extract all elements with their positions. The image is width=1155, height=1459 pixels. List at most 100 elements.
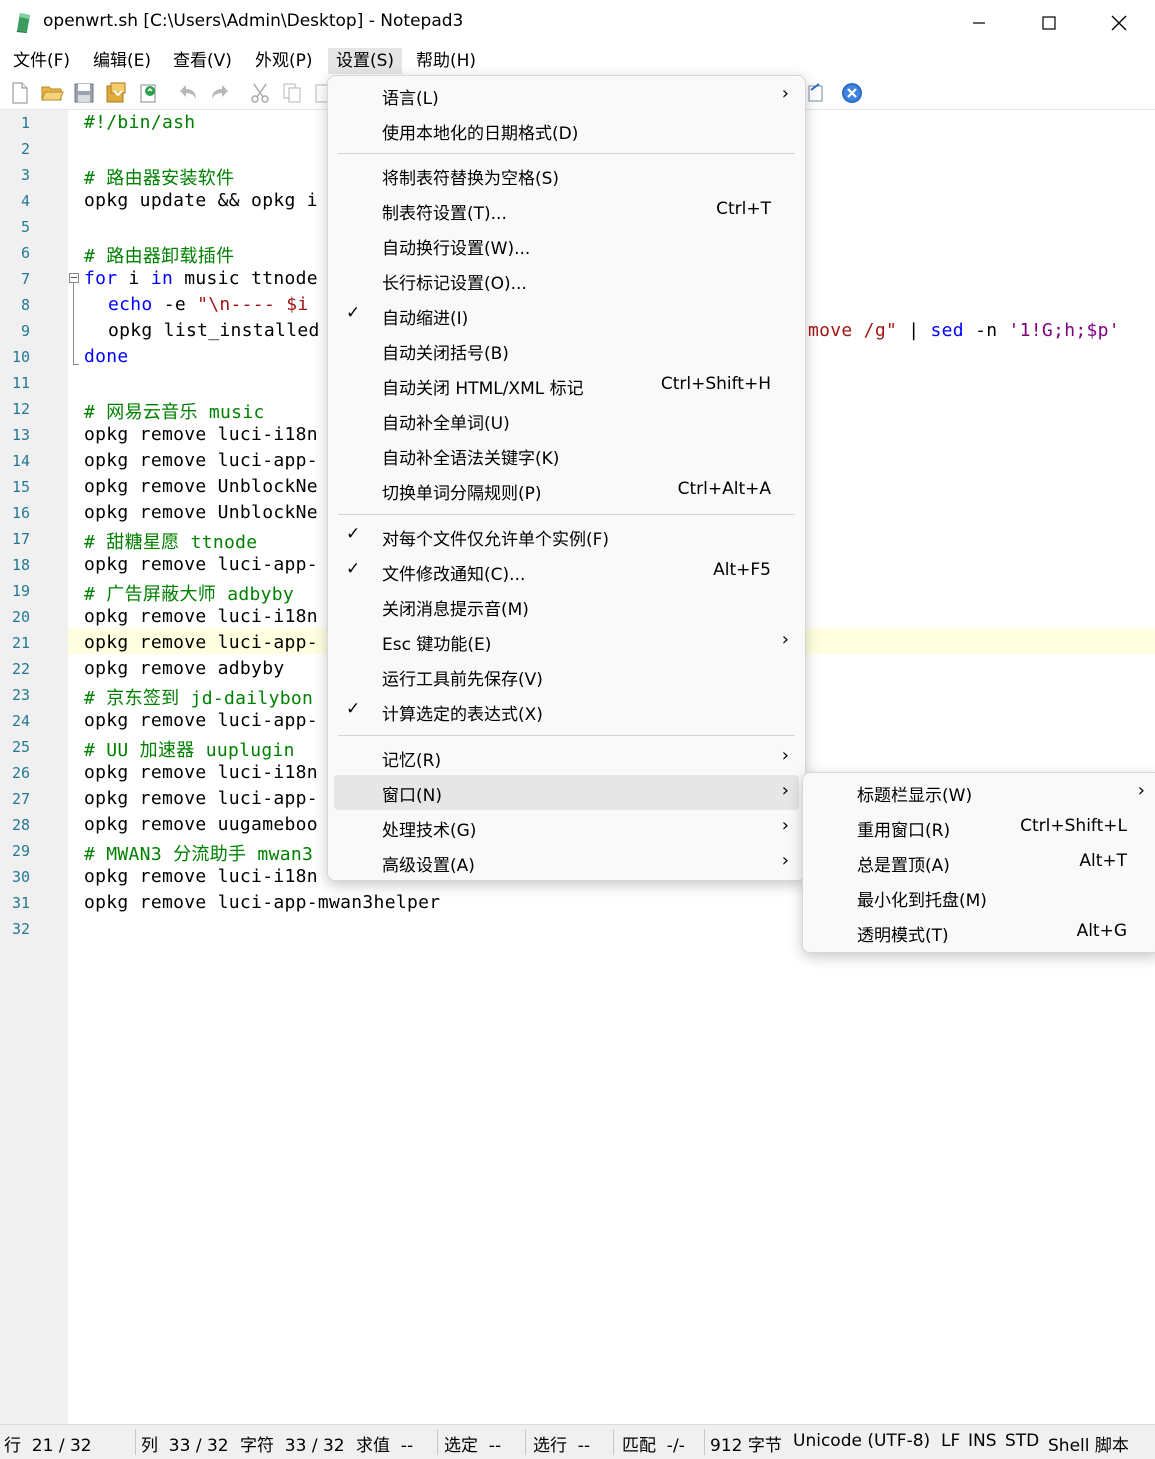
save-icon[interactable] — [72, 81, 96, 105]
menu-file[interactable]: 文件(F) — [5, 48, 78, 74]
code-text: # 京东签到 jd-dailybon — [84, 688, 314, 709]
menu-separator — [338, 514, 795, 515]
fold-toggle-icon[interactable] — [69, 273, 79, 283]
maximize-button[interactable] — [1014, 0, 1084, 45]
reload-icon[interactable] — [136, 81, 160, 105]
menu-option-label: 切换单词分隔规则(P) — [382, 484, 542, 504]
menu-option[interactable]: 标题栏显示(W) › — [809, 775, 1155, 810]
redo-icon[interactable] — [208, 81, 232, 105]
code-line: # MWAN3 分流助手 mwan3 — [84, 840, 313, 866]
menu-option[interactable]: 自动补全语法关键字(K) — [334, 438, 799, 473]
code-text: # 路由器卸载插件 — [84, 246, 235, 267]
menu-option[interactable]: 使用本地化的日期格式(D) — [334, 113, 799, 148]
menu-option-label: 透明模式(T) — [857, 926, 949, 946]
menu-option-label: 自动关闭括号(B) — [382, 344, 509, 364]
checkmark-icon: ✓ — [346, 699, 361, 719]
menu-bar: 文件(F) 编辑(E) 查看(V) 外观(P) 设置(S) 帮助(H) — [0, 45, 1155, 75]
code-text: -n — [963, 320, 1009, 341]
line-number: 17 — [11, 530, 30, 548]
line-number: 27 — [11, 790, 30, 808]
chevron-right-icon: › — [781, 745, 789, 766]
menu-view[interactable]: 查看(V) — [165, 48, 240, 74]
menu-option[interactable]: ✓ 自动缩进(I) — [334, 298, 799, 333]
menu-option[interactable]: 语言(L) › — [334, 78, 799, 113]
menu-option[interactable]: ✓ 对每个文件仅允许单个实例(F) — [334, 519, 799, 554]
menu-option[interactable]: ✓ 文件修改通知(C)... Alt+F5 — [334, 554, 799, 589]
new-file-icon[interactable] — [8, 81, 32, 105]
string-literal: '1!G;h;$p' — [1008, 320, 1120, 341]
line-number: 21 — [11, 634, 30, 652]
status-selected-lines: 选行 -- — [533, 1436, 591, 1456]
code-line: # 京东签到 jd-dailybon — [84, 684, 313, 710]
menu-option[interactable]: 关闭消息提示音(M) — [334, 589, 799, 624]
code-text: opkg remove luci-i18n — [84, 424, 318, 445]
menu-option[interactable]: 自动关闭括号(B) — [334, 333, 799, 368]
status-insert-mode[interactable]: INS — [968, 1431, 997, 1451]
code-line: opkg remove UnblockNe — [84, 476, 318, 497]
status-encoding[interactable]: Unicode (UTF-8) — [793, 1431, 930, 1451]
menu-option[interactable]: ✓ 计算选定的表达式(X) — [334, 694, 799, 729]
code-line: opkg remove luci-app- — [84, 554, 318, 575]
code-line: # 广告屏蔽大师 adbyby — [84, 580, 294, 606]
line-number: 25 — [11, 738, 30, 756]
line-number: 9 — [20, 322, 30, 340]
menu-help[interactable]: 帮助(H) — [408, 48, 484, 74]
minimize-button[interactable] — [944, 0, 1014, 45]
code-text: opkg remove UnblockNe — [84, 476, 318, 497]
menu-option[interactable]: 处理技术(G) › — [334, 810, 799, 845]
status-size: 912 字节 — [710, 1436, 782, 1456]
menu-option-label: 文件修改通知(C)... — [382, 565, 526, 585]
menu-option[interactable]: 自动换行设置(W)... — [334, 228, 799, 263]
menu-option[interactable]: Esc 键功能(E) › — [334, 624, 799, 659]
checkmark-icon: ✓ — [346, 559, 361, 579]
menu-option[interactable]: 总是置顶(A) Alt+T — [809, 845, 1155, 880]
menu-option[interactable]: 透明模式(T) Alt+G — [809, 915, 1155, 950]
close-button[interactable] — [1084, 0, 1154, 45]
menu-option[interactable]: 自动关闭 HTML/XML 标记 Ctrl+Shift+H — [334, 368, 799, 403]
menu-option-shortcut: Ctrl+Shift+H — [660, 374, 771, 394]
status-lexer[interactable]: Shell 脚本 — [1048, 1431, 1129, 1456]
menu-option-label: 运行工具前先保存(V) — [382, 670, 543, 690]
chevron-right-icon: › — [781, 780, 789, 801]
menu-edit[interactable]: 编辑(E) — [85, 48, 159, 74]
maximize-icon — [1042, 15, 1056, 30]
menu-option[interactable]: 长行标记设置(O)... — [334, 263, 799, 298]
undo-icon[interactable] — [176, 81, 200, 105]
menu-option[interactable]: 高级设置(A) › — [334, 845, 799, 880]
minimize-icon — [973, 21, 985, 24]
menu-option[interactable]: 窗口(N) › — [334, 775, 799, 810]
menu-option-label: 高级设置(A) — [382, 856, 475, 876]
menu-option[interactable]: 制表符设置(T)... Ctrl+T — [334, 193, 799, 228]
notepad3-app-icon — [16, 13, 30, 33]
string-literal: move /g" — [808, 320, 898, 341]
line-number: 5 — [20, 218, 30, 236]
menu-option[interactable]: 记忆(R) › — [334, 740, 799, 775]
menu-option[interactable]: 运行工具前先保存(V) — [334, 659, 799, 694]
menu-option[interactable]: 最小化到托盘(M) — [809, 880, 1155, 915]
status-selection: 选定 -- — [444, 1436, 502, 1456]
save-as-icon[interactable] — [104, 81, 128, 105]
menu-option[interactable]: 切换单词分隔规则(P) Ctrl+Alt+A — [334, 473, 799, 508]
status-eol[interactable]: LF — [941, 1431, 960, 1451]
menu-option-label: Esc 键功能(E) — [382, 635, 492, 655]
chevron-right-icon: › — [781, 850, 789, 871]
menu-option-shortcut: Ctrl+Alt+A — [677, 479, 771, 499]
menu-option-label: 语言(L) — [382, 89, 439, 109]
menu-settings[interactable]: 设置(S) — [328, 48, 403, 74]
status-std[interactable]: STD — [1005, 1431, 1039, 1451]
pin-icon[interactable] — [803, 81, 827, 105]
close-x-icon[interactable] — [840, 81, 864, 105]
copy-icon[interactable] — [280, 81, 304, 105]
menu-option[interactable]: 自动补全单词(U) — [334, 403, 799, 438]
code-line: opkg list_installed — [108, 320, 320, 341]
cut-icon[interactable] — [248, 81, 272, 105]
menu-option[interactable]: 将制表符替换为空格(S) — [334, 158, 799, 193]
menu-appearance[interactable]: 外观(P) — [247, 48, 321, 74]
code-text: music ttnode — [173, 268, 318, 289]
open-folder-icon[interactable] — [40, 81, 64, 105]
keyword-for: for — [84, 268, 118, 289]
code-line: opkg update && opkg i — [84, 190, 318, 211]
code-text: opkg list_installed — [108, 320, 320, 341]
code-text: # 甜糖星愿 ttnode — [84, 532, 258, 553]
menu-option[interactable]: 重用窗口(R) Ctrl+Shift+L — [809, 810, 1155, 845]
